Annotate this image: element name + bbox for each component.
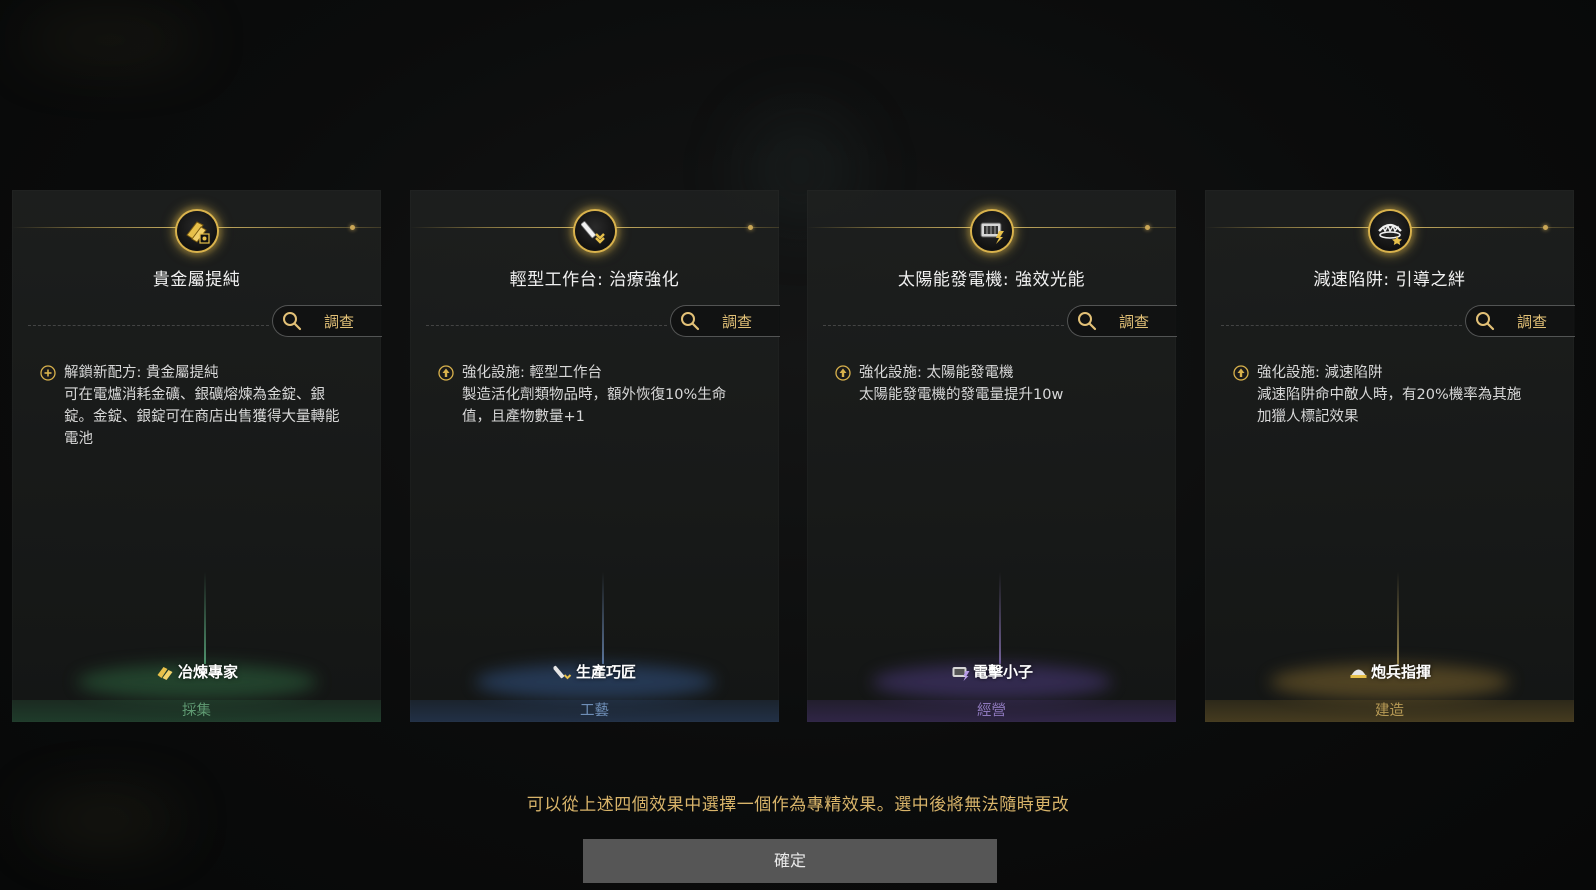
background-glow bbox=[20, 20, 200, 60]
category-bar: 工藝 bbox=[410, 700, 779, 722]
badge: 電擊小子 bbox=[950, 661, 1033, 682]
effect-block: 強化設施: 減速陷阱 減速陷阱命中敵人時，有20%機率為其施 加獵人標記效果 bbox=[1233, 362, 1554, 428]
dashed-divider bbox=[823, 325, 1064, 326]
effect-header: 解鎖新配方: 貴金屬提純 bbox=[64, 365, 219, 381]
light-beam bbox=[204, 572, 206, 664]
search-icon bbox=[681, 312, 700, 331]
investigate-label: 調查 bbox=[722, 312, 753, 331]
investigate-button[interactable]: 調查 bbox=[1067, 305, 1177, 337]
category-label: 經營 bbox=[977, 703, 1006, 719]
confirm-button[interactable]: 確定 bbox=[583, 839, 997, 883]
talent-card[interactable]: 減速陷阱: 引導之絆 調查 強化設施: 減速陷阱 減速陷阱命中敵人時，有20%機… bbox=[1205, 190, 1575, 722]
effect-block: 強化設施: 輕型工作台 製造活化劑類物品時，額外恢復10%生命 值，且產物數量+… bbox=[438, 362, 759, 428]
card-title: 輕型工作台: 治療強化 bbox=[509, 270, 680, 290]
category-label: 建造 bbox=[1375, 703, 1404, 719]
search-icon bbox=[1078, 312, 1097, 331]
light-beam bbox=[999, 572, 1001, 664]
dashed-divider bbox=[28, 325, 269, 326]
category-label: 工藝 bbox=[580, 703, 609, 719]
generator-icon bbox=[951, 666, 969, 681]
badge-label: 生產巧匠 bbox=[575, 663, 637, 681]
effect-body: 可在電爐消耗金礦、銀礦熔煉為金錠、銀 錠。金錠、銀錠可在商店出售獲得大量轉能 電… bbox=[64, 387, 340, 447]
slow-trap-icon bbox=[1369, 211, 1410, 251]
category-bar: 建造 bbox=[1205, 700, 1574, 722]
helmet-icon bbox=[1349, 669, 1366, 678]
investigate-label: 調查 bbox=[1119, 312, 1150, 331]
upgrade-arrow-icon bbox=[835, 365, 851, 381]
effect-header: 強化設施: 輕型工作台 bbox=[462, 365, 602, 381]
effect-block: 解鎖新配方: 貴金屬提純 可在電爐消耗金礦、銀礦熔煉為金錠、銀 錠。金錠、銀錠可… bbox=[40, 362, 361, 450]
investigate-label: 調查 bbox=[1517, 312, 1548, 331]
talent-icon-wrap bbox=[963, 203, 1020, 259]
investigate-button[interactable]: 調查 bbox=[1465, 305, 1575, 337]
card-dot bbox=[1145, 225, 1150, 230]
upgrade-arrow-icon bbox=[1233, 365, 1249, 381]
selection-hint: 可以從上述四個效果中選擇一個作為專精效果。選中後將無法隨時更改 bbox=[526, 795, 1070, 815]
talent-icon-wrap bbox=[566, 203, 623, 259]
effect-body: 減速陷阱命中敵人時，有20%機率為其施 加獵人標記效果 bbox=[1257, 387, 1522, 425]
category-label: 採集 bbox=[182, 703, 211, 719]
badge: 生產巧匠 bbox=[552, 661, 637, 682]
talent-card[interactable]: 貴金屬提純 調查 解鎖新配方: 貴金屬提純 可在電爐消耗金礦、銀礦熔煉為金錠、銀… bbox=[12, 190, 382, 722]
effect-block: 強化設施: 太陽能發電機 太陽能發電機的發電量提升10w bbox=[835, 362, 1156, 406]
investigate-button[interactable]: 調查 bbox=[670, 305, 780, 337]
wrench-icon bbox=[552, 665, 571, 679]
talent-icon-wrap bbox=[1361, 203, 1418, 259]
card-dot bbox=[1543, 225, 1548, 230]
search-icon bbox=[1476, 312, 1495, 331]
card-title: 貴金屬提純 bbox=[152, 270, 241, 290]
badge-label: 電擊小子 bbox=[972, 663, 1034, 681]
dashed-divider bbox=[1221, 325, 1462, 326]
light-beam bbox=[602, 572, 604, 664]
card-title: 減速陷阱: 引導之絆 bbox=[1313, 270, 1466, 290]
upgrade-arrow-icon bbox=[438, 365, 454, 381]
effect-body: 製造活化劑類物品時，額外恢復10%生命 值，且產物數量+1 bbox=[462, 387, 727, 425]
search-icon bbox=[283, 312, 302, 331]
talent-card[interactable]: 輕型工作台: 治療強化 調查 強化設施: 輕型工作台 製造活化劑類物品時，額外恢… bbox=[410, 190, 780, 722]
gold-bars-icon bbox=[156, 666, 172, 680]
talent-icon-wrap bbox=[168, 203, 225, 259]
card-title: 太陽能發電機: 強效光能 bbox=[897, 270, 1086, 290]
gold-bar-refine-icon bbox=[176, 211, 217, 251]
badge: 炮兵指揮 bbox=[1348, 661, 1431, 682]
badge: 冶煉專家 bbox=[155, 661, 238, 682]
effect-header: 強化設施: 太陽能發電機 bbox=[859, 365, 1014, 381]
card-dot bbox=[748, 225, 753, 230]
card-dot bbox=[350, 225, 355, 230]
investigate-label: 調查 bbox=[324, 312, 355, 331]
category-bar: 採集 bbox=[12, 700, 381, 722]
solar-generator-icon bbox=[971, 211, 1012, 251]
effect-body: 太陽能發電機的發電量提升10w bbox=[859, 387, 1064, 403]
effect-header: 強化設施: 減速陷阱 bbox=[1257, 365, 1383, 381]
dashed-divider bbox=[426, 325, 667, 326]
badge-label: 炮兵指揮 bbox=[1370, 663, 1432, 681]
investigate-button[interactable]: 調查 bbox=[272, 305, 382, 337]
badge-label: 冶煉專家 bbox=[177, 663, 239, 681]
category-bar: 經營 bbox=[807, 700, 1176, 722]
light-beam bbox=[1397, 572, 1399, 664]
plus-circle-icon bbox=[40, 365, 56, 381]
talent-card[interactable]: 太陽能發電機: 強效光能 調查 強化設施: 太陽能發電機 太陽能發電機的發電量提… bbox=[807, 190, 1177, 722]
tool-heal-icon bbox=[574, 211, 615, 251]
